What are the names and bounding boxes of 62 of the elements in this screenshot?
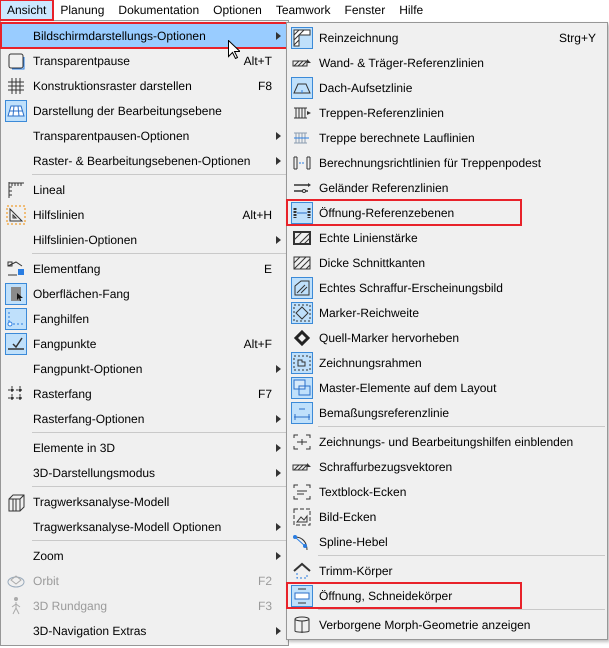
menu-item[interactable]: Rasterfang-Optionen	[1, 406, 288, 431]
menu-item[interactable]: Tragwerksanalyse-Modell	[1, 489, 288, 514]
shortcut-label: E	[264, 262, 272, 276]
menu-item[interactable]: Marker-Reichweite	[287, 300, 607, 325]
menu-item[interactable]: Transparentpause Alt+T	[1, 48, 288, 73]
menu-item[interactable]: Echtes Schraffur-Erscheinungsbild	[287, 275, 607, 300]
menu-item[interactable]: Reinzeichnung Strg+Y	[287, 25, 607, 50]
menu-item[interactable]: Elementfang E	[1, 256, 288, 281]
menu-item[interactable]: 3D-Navigation Extras	[1, 618, 288, 643]
menu-item[interactable]: Rasterfang F7	[1, 381, 288, 406]
shortcut-label: F7	[258, 386, 272, 400]
menu-item[interactable]: Zoom	[1, 543, 288, 568]
shortcut-label: Strg+Y	[558, 30, 596, 44]
menu-item[interactable]: Zeichnungsrahmen	[287, 350, 607, 375]
menu-item[interactable]: Elemente in 3D	[1, 435, 288, 460]
menu-item[interactable]: Transparentpausen-Optionen	[1, 123, 288, 148]
menu-item[interactable]: Schraffurbezugsvektoren	[287, 454, 607, 479]
menu-item[interactable]: Bild-Ecken	[287, 504, 607, 529]
menu-bar-item[interactable]: Planung	[53, 0, 112, 20]
menu-item[interactable]: Bemaßungsreferenzlinie	[287, 400, 607, 425]
menu-item[interactable]: Lineal	[1, 177, 288, 202]
menu-item[interactable]: Treppen-Referenzlinien	[287, 100, 607, 125]
menu-item[interactable]: Berechnungsrichtlinien für Treppenpodest	[287, 150, 607, 175]
menu-item[interactable]: Quell-Marker hervorheben	[287, 325, 607, 350]
menu-bar-item[interactable]: Optionen	[206, 0, 269, 20]
menu-item[interactable]: Geländer Referenzlinien	[287, 175, 607, 200]
menu-item[interactable]: Tragwerksanalyse-Modell Optionen	[1, 514, 288, 539]
menu-item[interactable]: Fangpunkt-Optionen	[1, 356, 288, 381]
menu-item[interactable]: Öffnung-Referenzebenen	[287, 200, 521, 225]
menu-item[interactable]: Echte Linienstärke	[287, 225, 607, 250]
menu-item[interactable]: Treppe berechnete Lauflinien	[287, 125, 607, 150]
shortcut-label: Alt+T	[244, 54, 272, 68]
shortcut-label: Alt+F	[244, 336, 272, 350]
menu-item[interactable]: Wand- & Träger-Referenzlinien	[287, 50, 607, 75]
menu-bar-item[interactable]: Teamwork	[268, 0, 338, 20]
menu-item[interactable]: Hilfslinien-Optionen	[1, 227, 288, 252]
menu-item[interactable]: Bildschirmdarstellungs-Optionen	[1, 23, 288, 48]
menu-item[interactable]: Fangpunkte Alt+F	[1, 331, 288, 356]
menu-bar-item[interactable]: Fenster	[338, 0, 392, 20]
shortcut-label: F2	[258, 574, 272, 588]
menu-bar-item[interactable]: Dokumentation	[111, 0, 206, 20]
menu-item[interactable]: Raster- & Bearbeitungsebenen-Optionen	[1, 148, 288, 173]
shortcut-label: F3	[258, 598, 272, 612]
shortcut-label: F8	[258, 78, 272, 92]
menu-bar-item[interactable]: Hilfe	[392, 0, 430, 20]
menu-item[interactable]: Spline-Hebel	[287, 529, 607, 554]
menu-bar-item[interactable]: Ansicht	[0, 0, 54, 20]
menu-item[interactable]: Hilfslinien Alt+H	[1, 202, 288, 227]
menu-item[interactable]: Konstruktionsraster darstellen F8	[1, 73, 288, 98]
menu-item[interactable]: Öffnung, Schneidekörper	[287, 583, 521, 608]
menu-item[interactable]: Master-Elemente auf dem Layout	[287, 375, 607, 400]
menu-item[interactable]: Darstellung der Bearbeitungsebene	[1, 98, 288, 123]
menu-item[interactable]: Dicke Schnittkanten	[287, 250, 607, 275]
menu-item[interactable]: Dach-Aufsetzlinie	[287, 75, 607, 100]
menu-item[interactable]: Fanghilfen	[1, 306, 288, 331]
menu-item[interactable]: Textblock-Ecken	[287, 479, 607, 504]
menu-item[interactable]: 3D-Darstellungsmodus	[1, 460, 288, 485]
menu-item[interactable]: Oberflächen-Fang	[1, 281, 288, 306]
shortcut-label: Alt+H	[242, 208, 272, 222]
menu-item[interactable]: Verborgene Morph-Geometrie anzeigen	[287, 612, 607, 637]
menu-item[interactable]: Zeichnungs- und Bearbeitungshilfen einblenden	[287, 429, 607, 454]
menu-item[interactable]: Trimm-Körper	[287, 558, 607, 583]
